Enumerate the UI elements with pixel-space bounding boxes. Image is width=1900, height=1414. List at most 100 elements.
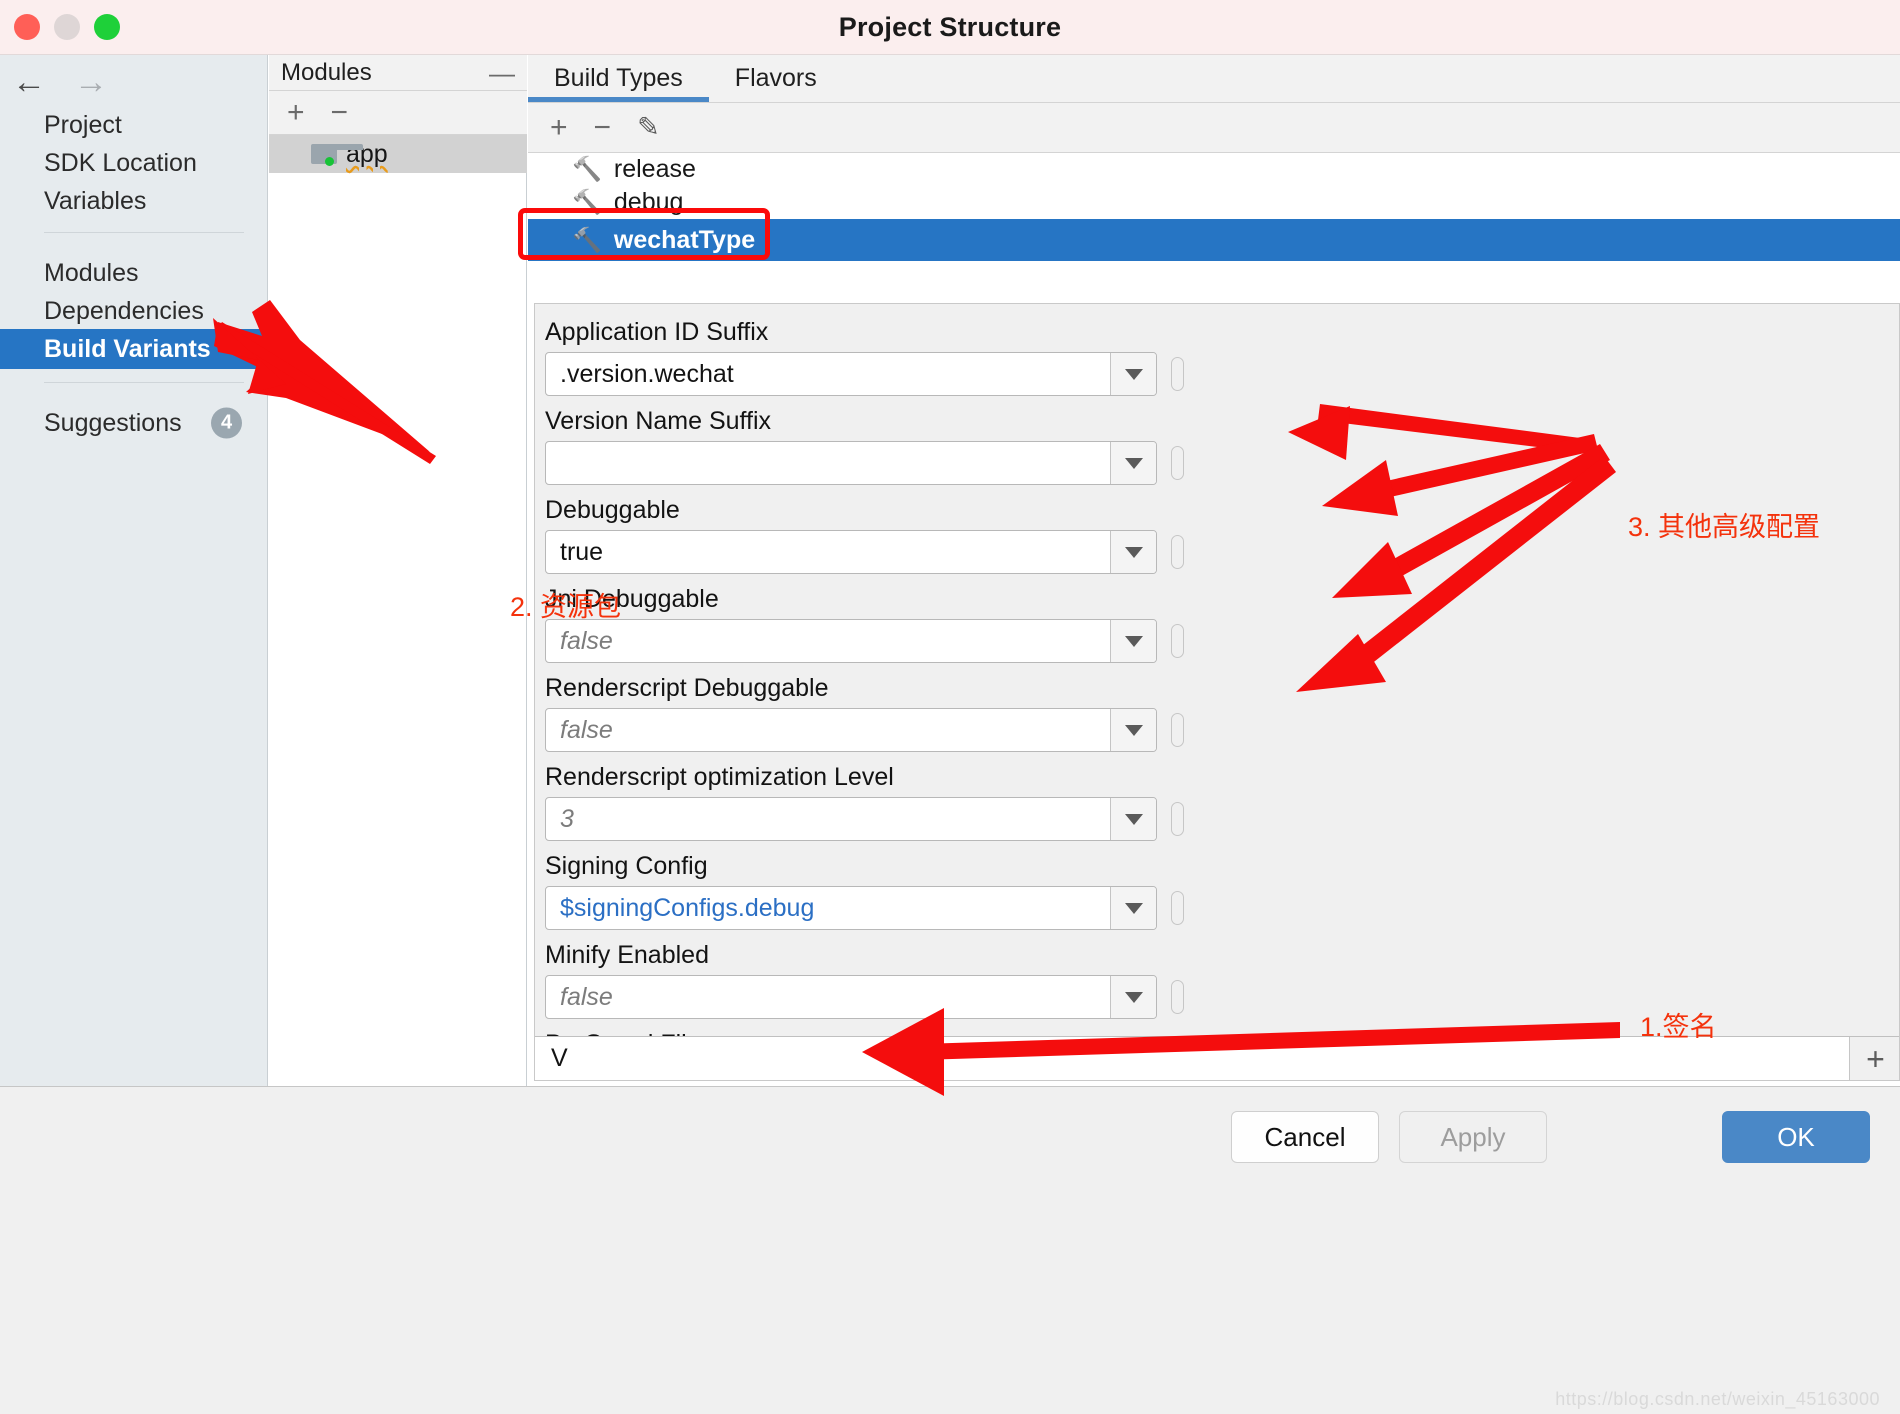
field-value: 3 bbox=[560, 804, 574, 833]
application-id-suffix-combo[interactable]: .version.wechat bbox=[545, 352, 1157, 396]
build-type-label: wechatType bbox=[613, 225, 756, 254]
field-resize-handle[interactable] bbox=[1171, 891, 1184, 925]
field-debuggable: Debuggable true bbox=[545, 496, 1885, 574]
field-label: Jni Debuggable bbox=[545, 585, 719, 613]
traffic-light-controls[interactable] bbox=[14, 14, 120, 40]
field-label: Renderscript Debuggable bbox=[545, 674, 829, 702]
cancel-button[interactable]: Cancel bbox=[1231, 1111, 1379, 1163]
field-application-id-suffix: Application ID Suffix .version.wechat bbox=[545, 318, 1885, 396]
add-proguard-file-icon[interactable]: + bbox=[1849, 1037, 1899, 1080]
field-value: $signingConfigs.debug bbox=[560, 893, 815, 922]
sidebar-item-dependencies[interactable]: Dependencies bbox=[0, 291, 268, 331]
hammer-icon: 🔨 bbox=[572, 189, 602, 216]
renderscript-debuggable-combo[interactable]: false bbox=[545, 708, 1157, 752]
field-value: .version.wechat bbox=[560, 359, 734, 388]
field-version-name-suffix: Version Name Suffix bbox=[545, 407, 1885, 485]
build-type-label: debug bbox=[613, 188, 684, 216]
tab-flavors[interactable]: Flavors bbox=[709, 54, 843, 102]
chevron-down-icon[interactable] bbox=[1110, 620, 1156, 662]
field-resize-handle[interactable] bbox=[1171, 535, 1184, 569]
field-resize-handle[interactable] bbox=[1171, 357, 1184, 391]
sidebar-item-variables[interactable]: Variables bbox=[0, 181, 268, 221]
chevron-down-icon[interactable] bbox=[1110, 976, 1156, 1018]
sidebar-item-project[interactable]: Project bbox=[0, 105, 268, 145]
field-resize-handle[interactable] bbox=[1171, 802, 1184, 836]
field-resize-handle[interactable] bbox=[1171, 980, 1184, 1014]
remove-build-type-icon[interactable]: − bbox=[594, 112, 612, 142]
field-renderscript-debuggable: Renderscript Debuggable false bbox=[545, 674, 1885, 752]
chevron-down-icon[interactable] bbox=[1110, 798, 1156, 840]
field-minify-enabled: Minify Enabled false bbox=[545, 941, 1885, 1019]
build-type-label: release bbox=[613, 155, 696, 183]
sidebar-item-label: SDK Location bbox=[44, 148, 197, 177]
field-label: Minify Enabled bbox=[545, 941, 709, 969]
field-label: Signing Config bbox=[545, 852, 708, 880]
field-signing-config: Signing Config $signingConfigs.debug bbox=[545, 852, 1885, 930]
chevron-down-icon[interactable] bbox=[1110, 531, 1156, 573]
sidebar-item-build-variants[interactable]: Build Variants bbox=[0, 329, 268, 369]
modules-panel-title: Modules bbox=[281, 58, 372, 86]
build-types-list: 🔨 release 🔨 debug 🔨 wechatType bbox=[528, 153, 1900, 319]
chevron-down-icon[interactable] bbox=[1110, 887, 1156, 929]
build-type-item-debug[interactable]: 🔨 debug bbox=[528, 186, 1900, 219]
chevron-down-icon[interactable] bbox=[1110, 353, 1156, 395]
signing-config-combo[interactable]: $signingConfigs.debug bbox=[545, 886, 1157, 930]
proguard-files-value[interactable]: V bbox=[535, 1037, 1849, 1080]
renderscript-optimization-level-combo[interactable]: 3 bbox=[545, 797, 1157, 841]
add-build-type-icon[interactable]: + bbox=[550, 112, 568, 142]
sidebar-item-label: Project bbox=[44, 110, 122, 139]
sidebar-item-modules[interactable]: Modules bbox=[0, 253, 268, 293]
navigation-arrows: ← → bbox=[12, 65, 108, 99]
sidebar-divider-bottom bbox=[44, 382, 244, 383]
field-resize-handle[interactable] bbox=[1171, 713, 1184, 747]
add-module-icon[interactable]: + bbox=[287, 97, 305, 127]
sidebar-divider-top bbox=[44, 232, 244, 233]
window-title: Project Structure bbox=[838, 11, 1062, 42]
build-type-item-release[interactable]: 🔨 release bbox=[528, 153, 1900, 186]
close-window-icon[interactable] bbox=[14, 14, 40, 40]
apply-button[interactable]: Apply bbox=[1399, 1111, 1547, 1163]
modules-panel-header: Modules — bbox=[269, 55, 527, 91]
sidebar-item-label: Modules bbox=[44, 258, 139, 287]
zoom-window-icon[interactable] bbox=[94, 14, 120, 40]
debuggable-combo[interactable]: true bbox=[545, 530, 1157, 574]
hammer-icon: 🔨 bbox=[572, 226, 602, 254]
ok-button[interactable]: OK bbox=[1722, 1111, 1870, 1163]
chevron-down-icon[interactable] bbox=[1110, 709, 1156, 751]
remove-module-icon[interactable]: − bbox=[331, 97, 349, 127]
window-title-bar: Project Structure bbox=[0, 0, 1900, 55]
build-type-item-wechattype[interactable]: 🔨 wechatType bbox=[528, 219, 1900, 261]
minify-enabled-combo[interactable]: false bbox=[545, 975, 1157, 1019]
sidebar-item-suggestions[interactable]: Suggestions 4 bbox=[0, 403, 268, 443]
minimize-window-icon[interactable] bbox=[54, 14, 80, 40]
version-name-suffix-combo[interactable] bbox=[545, 441, 1157, 485]
sidebar-item-label: Build Variants bbox=[44, 334, 211, 363]
edit-build-type-icon[interactable]: ✎ bbox=[637, 112, 660, 143]
build-type-properties-form: Application ID Suffix .version.wechat Ve… bbox=[534, 303, 1900, 1081]
field-resize-handle[interactable] bbox=[1171, 446, 1184, 480]
tab-label: Flavors bbox=[734, 63, 817, 92]
field-value: true bbox=[560, 537, 604, 566]
sidebar-item-label: Dependencies bbox=[44, 296, 204, 325]
jni-debuggable-combo[interactable]: false bbox=[545, 619, 1157, 663]
field-label: Version Name Suffix bbox=[545, 407, 772, 435]
modules-toolbar: + − bbox=[269, 91, 527, 135]
chevron-down-icon[interactable] bbox=[1110, 442, 1156, 484]
field-jni-debuggable: Jni Debuggable false bbox=[545, 585, 1885, 663]
build-variants-content: Build Types Flavors + − ✎ 🔨 release 🔨 de… bbox=[528, 55, 1900, 1086]
hammer-icon: 🔨 bbox=[572, 156, 602, 183]
module-list-item-app[interactable]: app bbox=[269, 135, 527, 173]
field-resize-handle[interactable] bbox=[1171, 624, 1184, 658]
collapse-panel-icon[interactable]: — bbox=[489, 60, 515, 86]
back-arrow-icon[interactable]: ← bbox=[12, 65, 46, 99]
sidebar-item-sdk-location[interactable]: SDK Location bbox=[0, 143, 268, 183]
modules-panel: Modules — + − app bbox=[269, 55, 527, 1086]
forward-arrow-icon[interactable]: → bbox=[74, 65, 108, 99]
watermark-text: https://blog.csdn.net/weixin_45163000 bbox=[1555, 1389, 1880, 1409]
field-value: false bbox=[560, 982, 613, 1011]
tab-build-types[interactable]: Build Types bbox=[528, 54, 709, 102]
field-label: Application ID Suffix bbox=[545, 318, 769, 346]
suggestions-count-badge: 4 bbox=[211, 407, 242, 439]
sidebar-item-label: Variables bbox=[44, 186, 147, 215]
sidebar-item-label: Suggestions bbox=[44, 408, 182, 437]
